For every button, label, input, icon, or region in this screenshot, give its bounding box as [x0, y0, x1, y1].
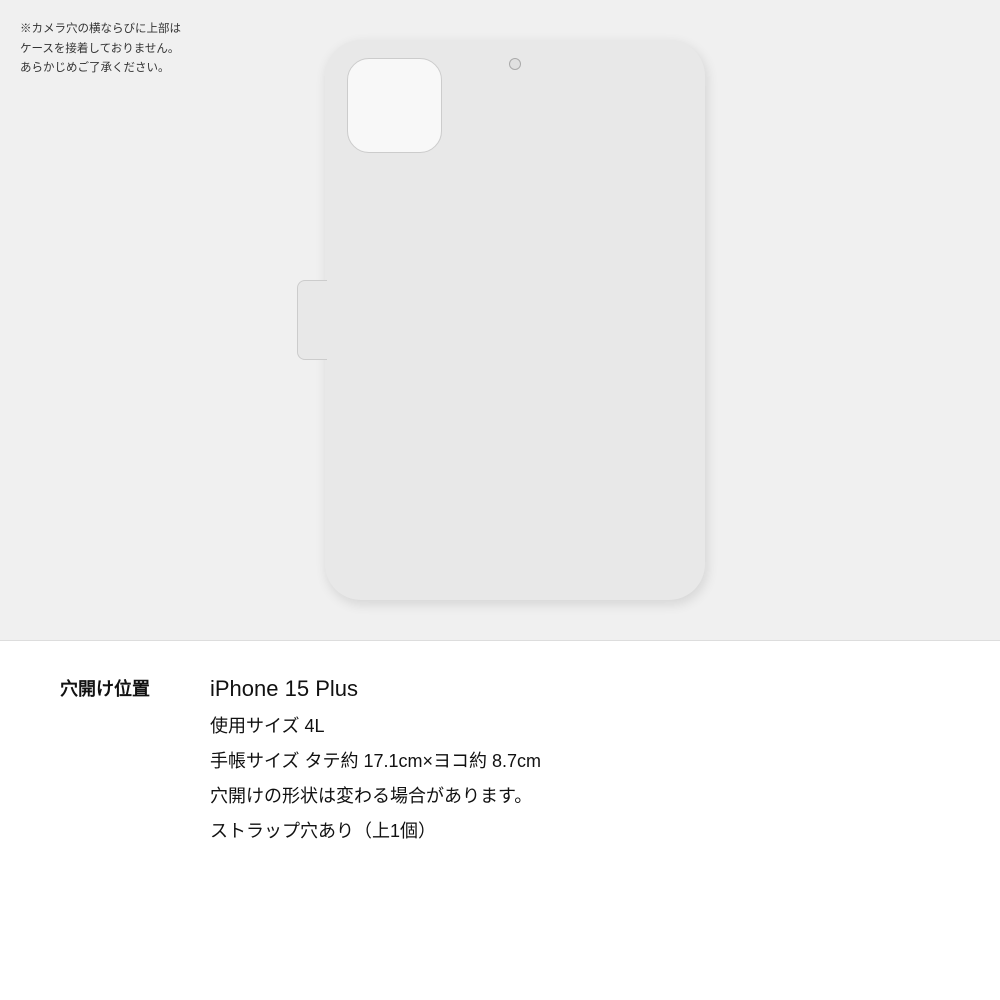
case-area: ※カメラ穴の横ならびに上部は ケースを接着しておりません。 あらかじめご了承くだ…	[0, 0, 1000, 640]
warning-line-2: ケースを接着しておりません。	[20, 43, 179, 55]
info-section: 穴開け位置 iPhone 15 Plus 使用サイズ 4L 手帳サイズ タテ約 …	[0, 641, 1000, 1000]
warning-line-3: あらかじめご了承ください。	[20, 62, 170, 74]
page-container: ※カメラ穴の横ならびに上部は ケースを接着しておりません。 あらかじめご了承くだ…	[0, 0, 1000, 1000]
shape-note: 穴開けの形状は変わる場合があります。	[210, 782, 541, 811]
side-tab	[297, 280, 327, 360]
model-name: iPhone 15 Plus	[210, 671, 541, 706]
camera-cutout	[347, 58, 442, 153]
snap-hole	[509, 58, 521, 70]
strap-info: ストラップ穴あり（上1個）	[210, 817, 541, 846]
warning-note: ※カメラ穴の横ならびに上部は ケースを接着しておりません。 あらかじめご了承くだ…	[20, 20, 181, 79]
phone-case	[325, 40, 705, 600]
size-label: 使用サイズ 4L	[210, 712, 541, 741]
info-details: iPhone 15 Plus 使用サイズ 4L 手帳サイズ タテ約 17.1cm…	[210, 671, 541, 845]
info-label: 穴開け位置	[60, 671, 180, 701]
warning-line-1: ※カメラ穴の横ならびに上部は	[20, 23, 181, 35]
dimensions: 手帳サイズ タテ約 17.1cm×ヨコ約 8.7cm	[210, 747, 541, 776]
